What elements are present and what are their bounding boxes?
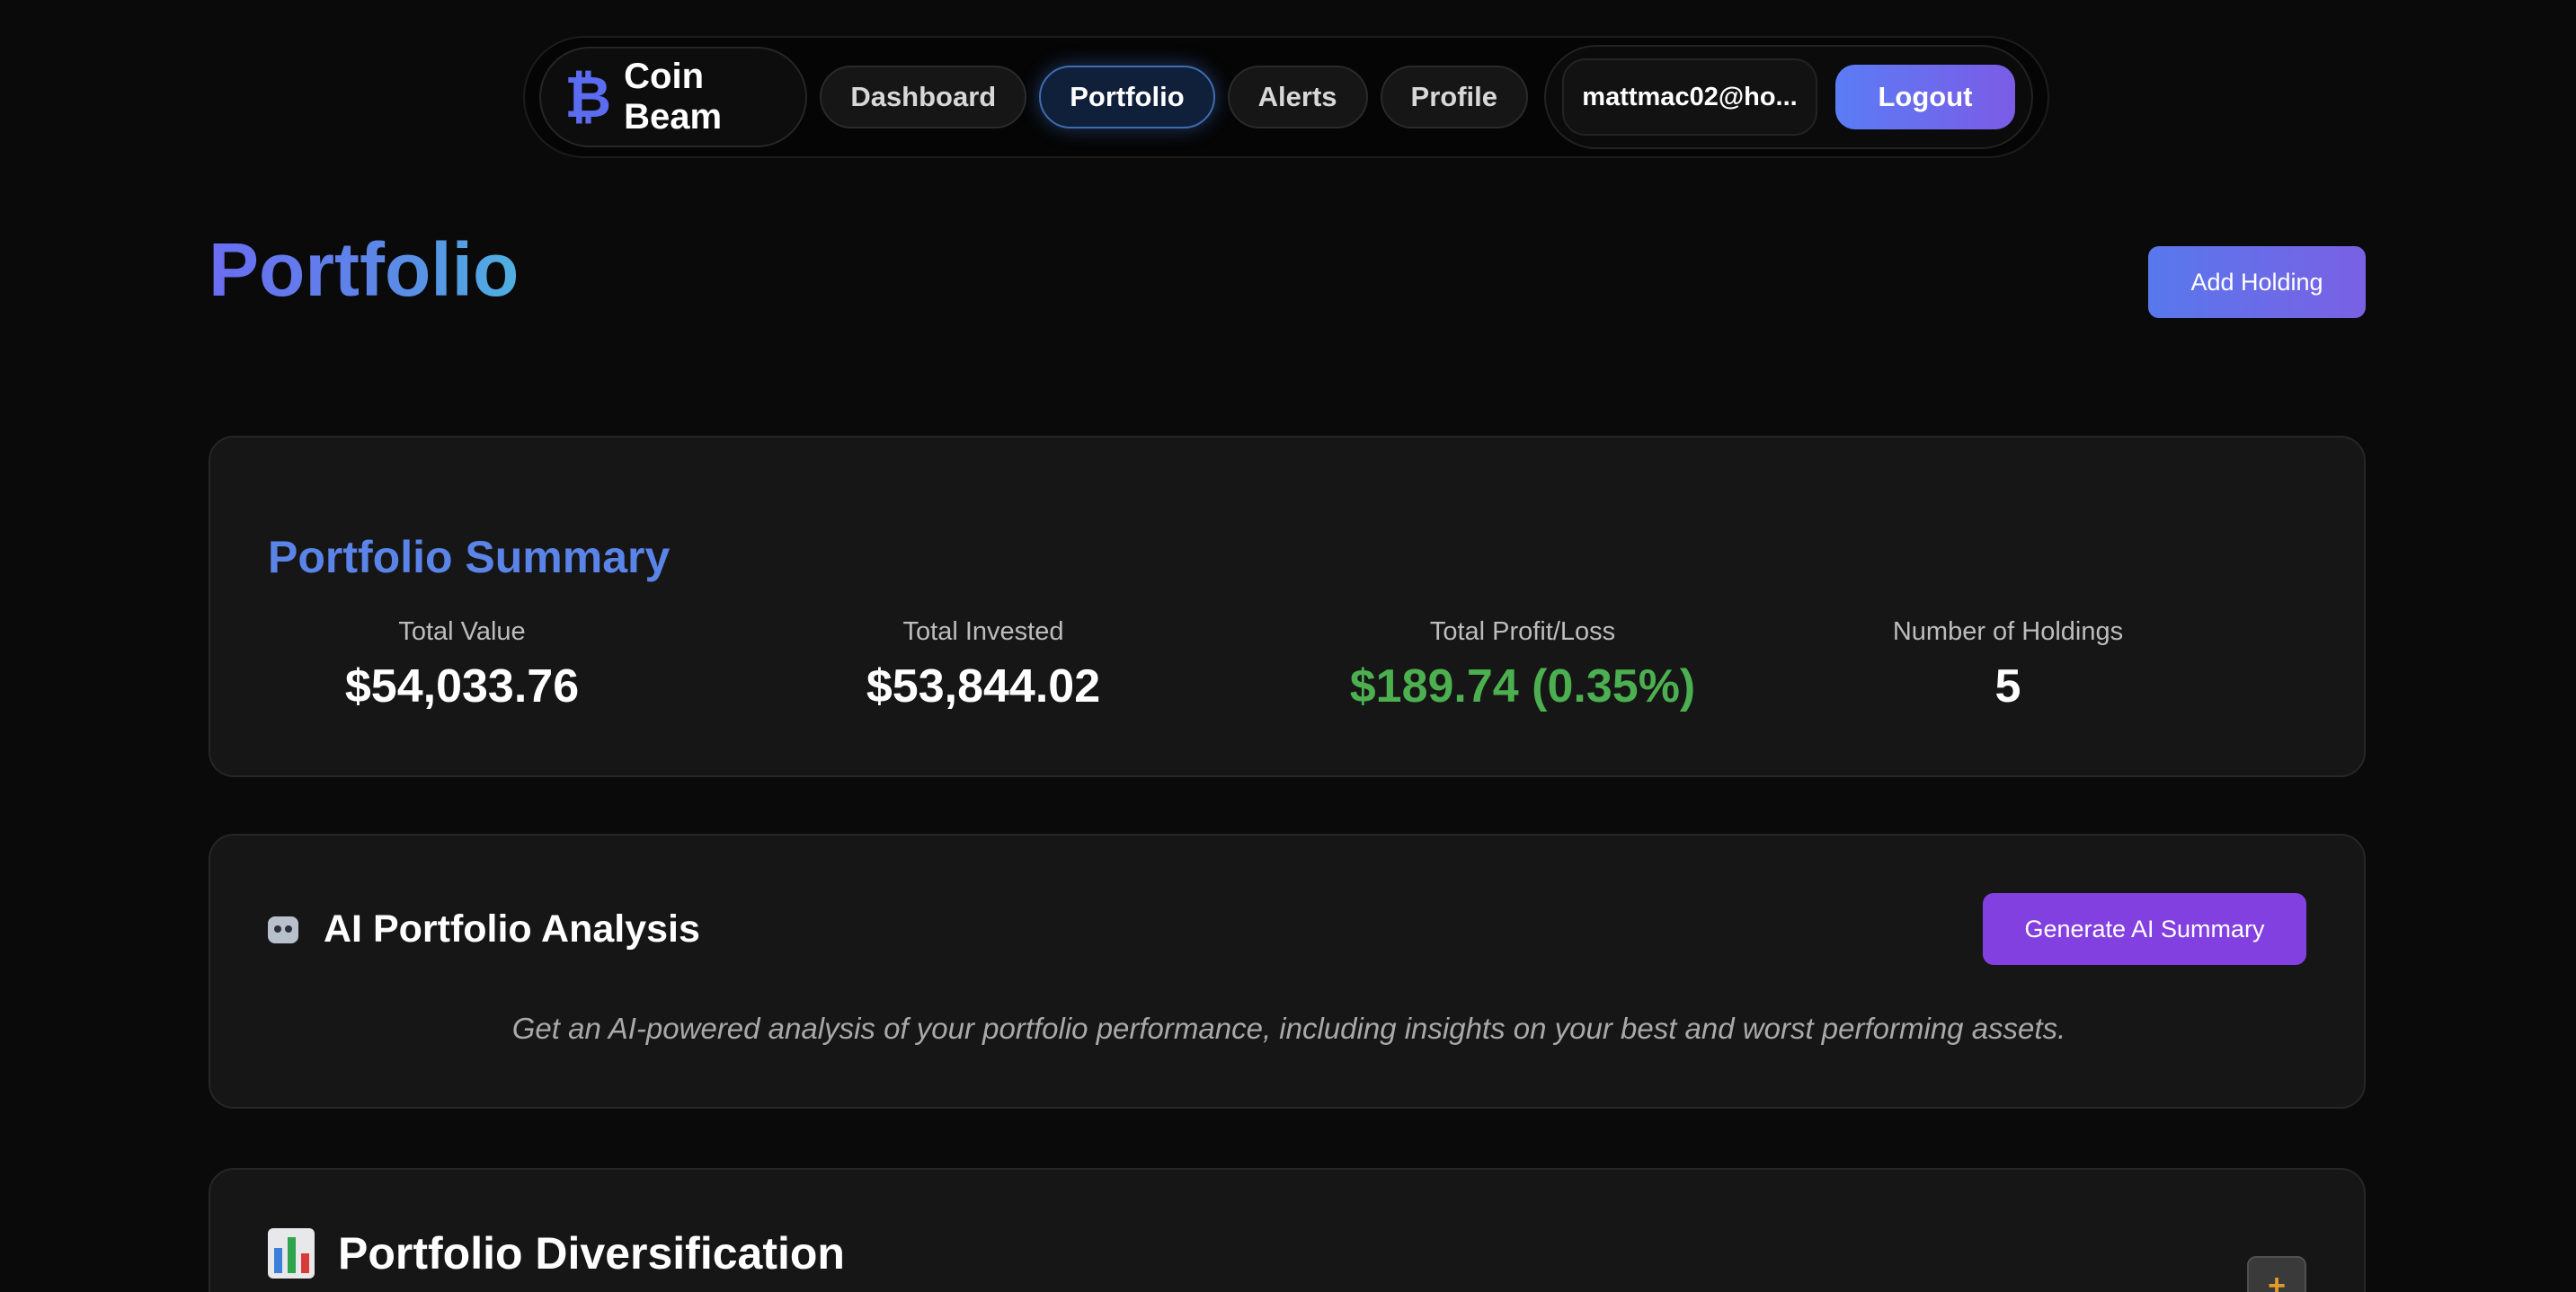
add-holding-button[interactable]: Add Holding	[2148, 246, 2366, 318]
ai-title: AI Portfolio Analysis	[324, 907, 700, 951]
diversification-card: Portfolio Diversification +	[209, 1168, 2366, 1292]
stat-label: Total Value	[398, 617, 526, 646]
stat-total-invested: Total Invested $53,844.02	[822, 617, 1145, 713]
bitcoin-icon: ₿	[564, 65, 612, 129]
logout-button[interactable]: Logout	[1835, 65, 2015, 129]
nav-profile[interactable]: Profile	[1380, 66, 1528, 128]
generate-ai-summary-button[interactable]: Generate AI Summary	[1983, 893, 2306, 965]
ai-description: Get an AI-powered analysis of your portf…	[511, 1012, 2066, 1045]
stat-value: $53,844.02	[866, 660, 1101, 712]
bar-chart-icon	[268, 1228, 315, 1279]
user-menu: mattmac02@ho... Logout	[1544, 45, 2033, 149]
chart-icon-bar	[287, 1237, 296, 1273]
stat-total-profit-loss: Total Profit/Loss $189.74 (0.35%)	[1307, 617, 1738, 713]
page: ₿ Coin Beam Dashboard Portfolio Alerts P…	[0, 0, 2576, 1292]
chart-icon-bar	[300, 1253, 309, 1273]
chart-icon-bar	[273, 1248, 282, 1273]
stat-value: 5	[1994, 660, 2021, 712]
user-email[interactable]: mattmac02@ho...	[1562, 58, 1817, 136]
diversification-add-button[interactable]: +	[2247, 1256, 2306, 1292]
stat-label: Number of Holdings	[1892, 617, 2124, 646]
stat-value: $189.74 (0.35%)	[1349, 660, 1696, 712]
stat-label: Total Invested	[902, 617, 1064, 646]
nav-dashboard[interactable]: Dashboard	[820, 66, 1027, 128]
page-title: Portfolio	[209, 227, 520, 312]
ai-analysis-card: AI Portfolio Analysis Generate AI Summar…	[209, 834, 2366, 1109]
nav-portfolio[interactable]: Portfolio	[1039, 66, 1215, 128]
diversification-title: Portfolio Diversification	[338, 1228, 845, 1279]
stat-value: $54,033.76	[344, 660, 580, 712]
brand-name: Coin Beam	[624, 57, 723, 137]
brand-logo[interactable]: ₿ Coin Beam	[539, 47, 808, 147]
portfolio-summary-card: Portfolio Summary Total Value $54,033.76…	[209, 436, 2366, 777]
robot-icon	[268, 916, 298, 943]
stat-label: Total Profit/Loss	[1429, 617, 1616, 646]
top-navbar: ₿ Coin Beam Dashboard Portfolio Alerts P…	[523, 36, 2049, 158]
ai-header: AI Portfolio Analysis	[268, 907, 700, 951]
summary-title: Portfolio Summary	[268, 532, 671, 582]
stat-number-of-holdings: Number of Holdings 5	[1846, 617, 2170, 713]
diversification-header: Portfolio Diversification	[268, 1227, 845, 1279]
nav-alerts[interactable]: Alerts	[1227, 66, 1368, 128]
stat-total-value: Total Value $54,033.76	[327, 617, 597, 713]
